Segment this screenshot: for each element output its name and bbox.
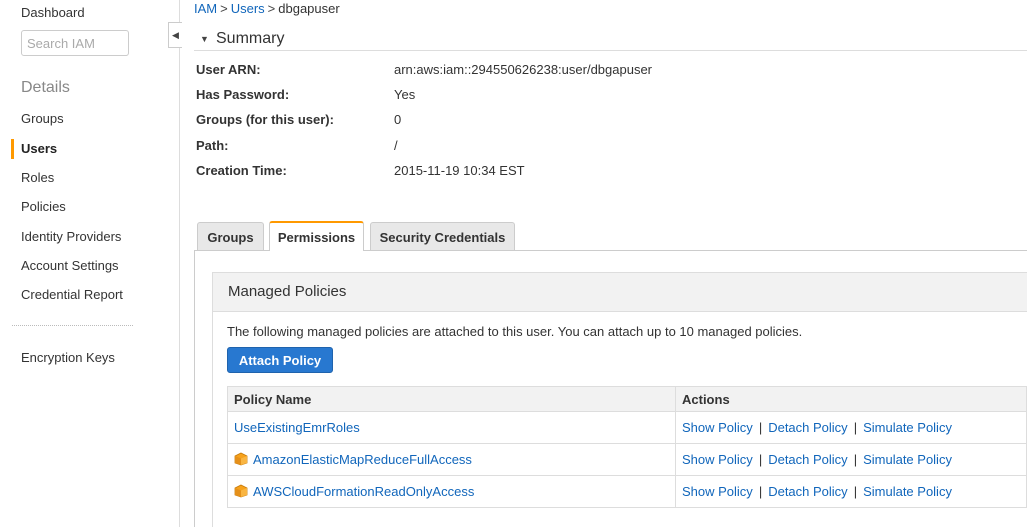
action-separator: | [758, 452, 763, 467]
summary-label-path: Path: [196, 138, 229, 153]
breadcrumb-separator: > [267, 1, 276, 16]
summary-value-path: / [394, 138, 398, 153]
policy-actions-cell: Show Policy | Detach Policy | Simulate Polic… [675, 411, 1027, 444]
sidebar-item-users[interactable]: Users [21, 141, 57, 156]
sidebar-item-roles[interactable]: Roles [21, 170, 54, 185]
simulate-policy-link[interactable]: Simulate Policy [863, 452, 952, 467]
sidebar-item-policies[interactable]: Policies [21, 199, 66, 214]
summary-value-groups: 0 [394, 112, 402, 127]
breadcrumb-current: dbgapuser [278, 1, 340, 16]
policy-name-cell: UseExistingEmrRoles [227, 411, 676, 444]
caret-down-icon: ▼ [200, 34, 209, 44]
tab-groups[interactable]: Groups [197, 222, 264, 251]
policy-actions-cell: Show Policy | Detach Policy | Simulate Polic… [675, 443, 1027, 476]
chevron-left-icon: ◀ [172, 29, 179, 40]
policy-name-cell: AWSCloudFormationReadOnlyAccess [227, 475, 676, 508]
action-separator: | [853, 484, 858, 499]
policy-name-link[interactable]: AWSCloudFormationReadOnlyAccess [253, 484, 474, 499]
summary-title: Summary [216, 30, 285, 47]
search-input[interactable] [21, 30, 129, 56]
aws-cube-icon [234, 452, 248, 466]
managed-policies-description: The following managed policies are attac… [227, 324, 803, 339]
summary-label-has-password: Has Password: [196, 87, 290, 102]
sidebar-divider [12, 325, 133, 326]
policy-name-link[interactable]: UseExistingEmrRoles [234, 420, 360, 435]
table-row: AWSCloudFormationReadOnlyAccess Show Pol… [227, 475, 1027, 508]
detach-policy-link[interactable]: Detach Policy [768, 420, 847, 435]
action-separator: | [853, 452, 858, 467]
summary-label-groups: Groups (for this user): [196, 112, 334, 127]
show-policy-link[interactable]: Show Policy [682, 452, 753, 467]
breadcrumb: IAM > Users > dbgapuser [194, 1, 340, 16]
action-separator: | [758, 484, 763, 499]
active-indicator [11, 139, 14, 159]
aws-cube-icon [234, 484, 248, 498]
policy-table: Policy Name Actions UseExistingEmrRoles … [227, 386, 1027, 508]
show-policy-link[interactable]: Show Policy [682, 420, 753, 435]
detach-policy-link[interactable]: Detach Policy [768, 484, 847, 499]
table-row: UseExistingEmrRoles Show Policy | Detach P… [227, 411, 1027, 444]
collapse-sidebar-button[interactable]: ◀ [168, 22, 182, 48]
attach-policy-button[interactable]: Attach Policy [227, 347, 333, 373]
breadcrumb-users-link[interactable]: Users [231, 1, 265, 16]
summary-header[interactable]: ▼ Summary [194, 29, 1027, 51]
sidebar-item-identity-providers[interactable]: Identity Providers [21, 229, 121, 244]
policy-actions-cell: Show Policy | Detach Policy | Simulate Polic… [675, 475, 1027, 508]
sidebar-item-credential-report[interactable]: Credential Report [21, 287, 123, 302]
simulate-policy-link[interactable]: Simulate Policy [863, 420, 952, 435]
simulate-policy-link[interactable]: Simulate Policy [863, 484, 952, 499]
action-separator: | [758, 420, 763, 435]
sidebar-item-account-settings[interactable]: Account Settings [21, 258, 119, 273]
detach-policy-link[interactable]: Detach Policy [768, 452, 847, 467]
summary-label-creation-time: Creation Time: [196, 163, 287, 178]
sidebar-item-encryption-keys[interactable]: Encryption Keys [21, 350, 115, 365]
policy-name-cell: AmazonElasticMapReduceFullAccess [227, 443, 676, 476]
tab-security-credentials[interactable]: Security Credentials [370, 222, 515, 251]
column-header-policy-name: Policy Name [227, 386, 676, 412]
summary-value-has-password: Yes [394, 87, 416, 102]
summary-value-creation-time: 2015-11-19 10:34 EST [394, 163, 525, 178]
action-separator: | [853, 420, 858, 435]
policy-name-link[interactable]: AmazonElasticMapReduceFullAccess [253, 452, 472, 467]
tab-permissions[interactable]: Permissions [269, 221, 364, 251]
summary-label-user-arn: User ARN: [196, 62, 261, 77]
sidebar-item-groups[interactable]: Groups [21, 111, 64, 126]
sidebar: Dashboard Details Groups Users Roles Pol… [0, 0, 180, 527]
breadcrumb-separator: > [220, 1, 228, 16]
managed-policies-header: Managed Policies [212, 272, 1027, 312]
table-header-row: Policy Name Actions [227, 386, 1027, 412]
breadcrumb-iam-link[interactable]: IAM [194, 1, 217, 16]
summary-value-user-arn: arn:aws:iam::294550626238:user/dbgapuser [394, 62, 653, 77]
sidebar-dashboard-link[interactable]: Dashboard [21, 5, 85, 20]
details-heading: Details [21, 79, 70, 96]
show-policy-link[interactable]: Show Policy [682, 484, 753, 499]
managed-policies-title: Managed Policies [228, 283, 347, 300]
column-header-actions: Actions [675, 386, 1027, 412]
table-row: AmazonElasticMapReduceFullAccess Show Po… [227, 443, 1027, 476]
